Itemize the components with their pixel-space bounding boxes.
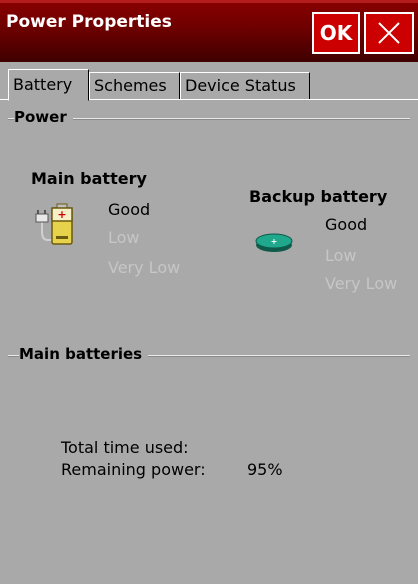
backup-battery-level-very-low: Very Low bbox=[325, 274, 398, 293]
remaining-power-label: Remaining power: bbox=[61, 460, 206, 479]
tab-schemes[interactable]: Schemes bbox=[89, 72, 180, 100]
main-battery-level-low: Low bbox=[108, 228, 140, 247]
backup-battery-level-good: Good bbox=[325, 215, 368, 234]
tab-device-status[interactable]: Device Status bbox=[180, 72, 310, 100]
main-battery-level-very-low: Very Low bbox=[108, 258, 181, 277]
window-title: Power Properties bbox=[6, 12, 172, 32]
main-battery-level-good: Good bbox=[108, 200, 151, 219]
svg-text:+: + bbox=[57, 208, 66, 221]
close-button[interactable] bbox=[364, 12, 414, 54]
backup-battery-level-low: Low bbox=[325, 246, 357, 265]
total-time-used-label: Total time used: bbox=[61, 438, 189, 457]
remaining-power-value: 95% bbox=[247, 460, 283, 479]
main-batteries-group-title: Main batteries bbox=[19, 345, 149, 363]
coin-cell-battery-icon: + bbox=[254, 232, 294, 258]
ok-button[interactable]: OK bbox=[312, 12, 360, 54]
svg-text:+: + bbox=[271, 237, 278, 246]
power-group-title: Power bbox=[14, 108, 73, 126]
tab-strip: Battery Schemes Device Status bbox=[0, 62, 418, 102]
backup-battery-heading: Backup battery bbox=[249, 187, 388, 206]
title-bar: Power Properties OK bbox=[0, 0, 418, 62]
tab-battery[interactable]: Battery bbox=[8, 69, 89, 101]
main-battery-heading: Main battery bbox=[31, 169, 147, 188]
battery-plug-icon: + bbox=[34, 202, 76, 252]
close-icon bbox=[378, 22, 400, 44]
